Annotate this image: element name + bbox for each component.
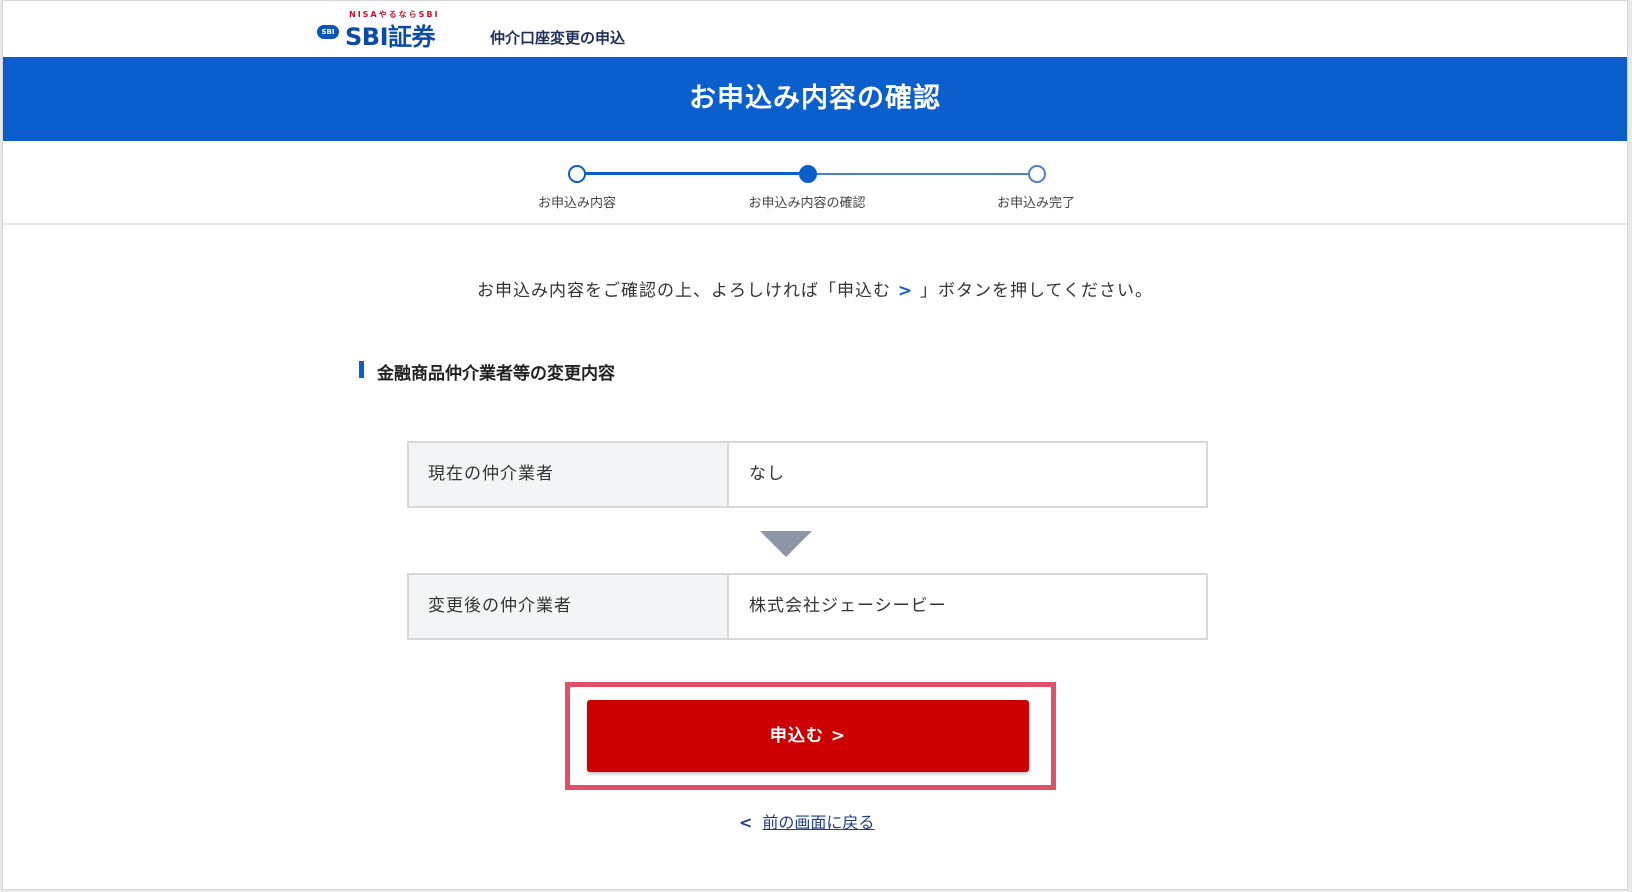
progress-stepper: お申込み内容 お申込み内容の確認 お申込み完了	[3, 141, 1627, 225]
logo-badge-icon: SBI	[317, 25, 339, 39]
page-frame: NISAやるならSBI SBI SBI証券 仲介口座変更の申込 お申込み内容の確…	[2, 0, 1628, 890]
instruction-after: 」ボタンを押してください。	[920, 281, 1154, 301]
new-broker-label: 変更後の仲介業者	[409, 575, 729, 638]
title-bar: お申込み内容の確認	[3, 57, 1627, 141]
current-broker-value: なし	[749, 464, 785, 484]
step-1-label: お申込み内容	[537, 196, 616, 211]
current-broker-row: 現在の仲介業者 なし	[407, 441, 1208, 508]
sbi-logo[interactable]: NISAやるならSBI SBI SBI証券	[317, 9, 453, 51]
current-broker-label: 現在の仲介業者	[409, 443, 729, 506]
new-broker-value: 株式会社ジェーシービー	[749, 596, 947, 616]
step-3-label: お申込み完了	[996, 196, 1075, 211]
step-1-indicator-icon	[568, 165, 586, 183]
chevron-right-icon: >	[890, 281, 921, 301]
step-2-indicator-icon	[799, 165, 817, 183]
site-header: NISAやるならSBI SBI SBI証券 仲介口座変更の申込	[3, 1, 1627, 57]
header-subtitle: 仲介口座変更の申込	[490, 29, 626, 47]
step-connector-completed	[581, 172, 807, 175]
back-link[interactable]: < 前の画面に戻る	[739, 809, 874, 833]
page-title: お申込み内容の確認	[689, 83, 941, 114]
new-broker-row: 変更後の仲介業者 株式会社ジェーシービー	[407, 573, 1208, 640]
step-3-indicator-icon	[1028, 165, 1046, 183]
arrow-down-icon	[760, 531, 812, 557]
apply-button[interactable]: 申込む >	[587, 700, 1029, 772]
logo-text: SBI証券	[345, 23, 436, 51]
chevron-left-icon: <	[739, 813, 753, 832]
instruction-text: お申込み内容をご確認の上、よろしければ「申込む > 」ボタンを押してください。	[3, 276, 1627, 301]
back-link-label[interactable]: 前の画面に戻る	[762, 813, 874, 832]
instruction-before: お申込み内容をご確認の上、よろしければ「申込む	[476, 281, 891, 301]
section-title: 金融商品仲介業者等の変更内容	[359, 359, 615, 384]
step-2-label: お申込み内容の確認	[748, 196, 866, 211]
step-connector-pending	[813, 173, 1035, 175]
